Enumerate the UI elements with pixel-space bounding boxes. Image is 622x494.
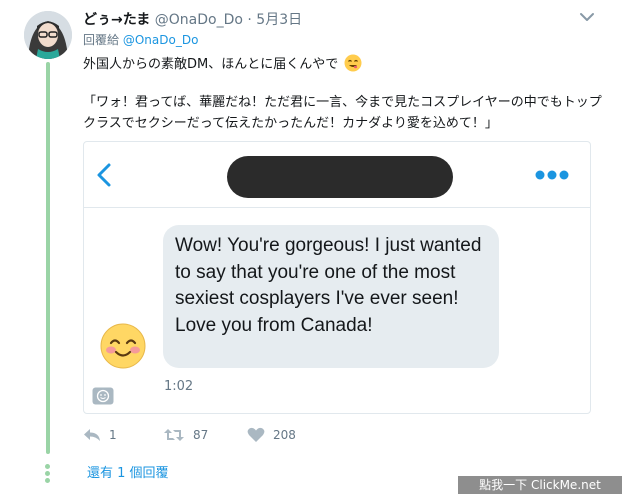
tweet-text-line: 外国人からの素敵DM、ほんとに届くんやで [83, 53, 362, 72]
header-separator: · [247, 12, 252, 28]
display-name[interactable]: どぅ→たま [83, 12, 150, 28]
watermark: 點我一下 ClickMe.net [458, 476, 622, 494]
thread-dot [45, 464, 50, 469]
thread-dot [45, 478, 50, 483]
user-handle[interactable]: @OnaDo_Do [155, 12, 243, 28]
chevron-down-icon[interactable] [576, 8, 598, 26]
retweet-count: 87 [193, 428, 209, 442]
dm-screenshot-card[interactable]: Wow! You're gorgeous! I just wanted to s… [83, 141, 591, 414]
retweet-icon [164, 429, 184, 441]
avatar[interactable] [24, 11, 72, 59]
reply-context: 回覆給 @OnaDo_Do [83, 31, 198, 48]
tweet-header: どぅ→たま @OnaDo_Do · 5月3日 [83, 9, 302, 29]
tweet-date[interactable]: 5月3日 [256, 12, 302, 28]
reply-icon [84, 429, 100, 441]
reply-button[interactable]: 1 [83, 427, 117, 443]
message-bubble: Wow! You're gorgeous! I just wanted to s… [163, 225, 499, 368]
thread-dot [45, 471, 50, 476]
show-more-replies-link[interactable]: 還有 1 個回覆 [87, 462, 169, 481]
thread-line [46, 62, 50, 454]
message-time: 1:02 [164, 379, 194, 394]
redacted-name-bar [227, 156, 453, 198]
smiling-face-icon [100, 323, 146, 369]
tweet-text: 外国人からの素敵DM、ほんとに届くんやで [83, 57, 339, 72]
chevron-left-icon[interactable] [94, 162, 114, 188]
like-count: 208 [273, 428, 296, 442]
smiley-button-icon[interactable] [92, 387, 114, 405]
reply-count: 1 [109, 428, 117, 442]
like-button[interactable]: 208 [247, 427, 296, 443]
tweet-quote-text: 「ワォ！君ってば、華麗だね！ただ君に一言、今まで見たコスプレイヤーの中でもトップ… [83, 95, 602, 131]
reply-handle-link[interactable]: @OnaDo_Do [123, 33, 199, 47]
message-text: Wow! You're gorgeous! I just wanted to s… [175, 235, 482, 336]
smiling-face-icon [344, 54, 362, 72]
more-dots-icon[interactable] [534, 169, 570, 181]
heart-icon [247, 427, 265, 442]
dm-header-bar [84, 142, 590, 208]
retweet-button[interactable]: 87 [163, 427, 208, 443]
reply-prefix: 回覆給 [83, 33, 120, 47]
